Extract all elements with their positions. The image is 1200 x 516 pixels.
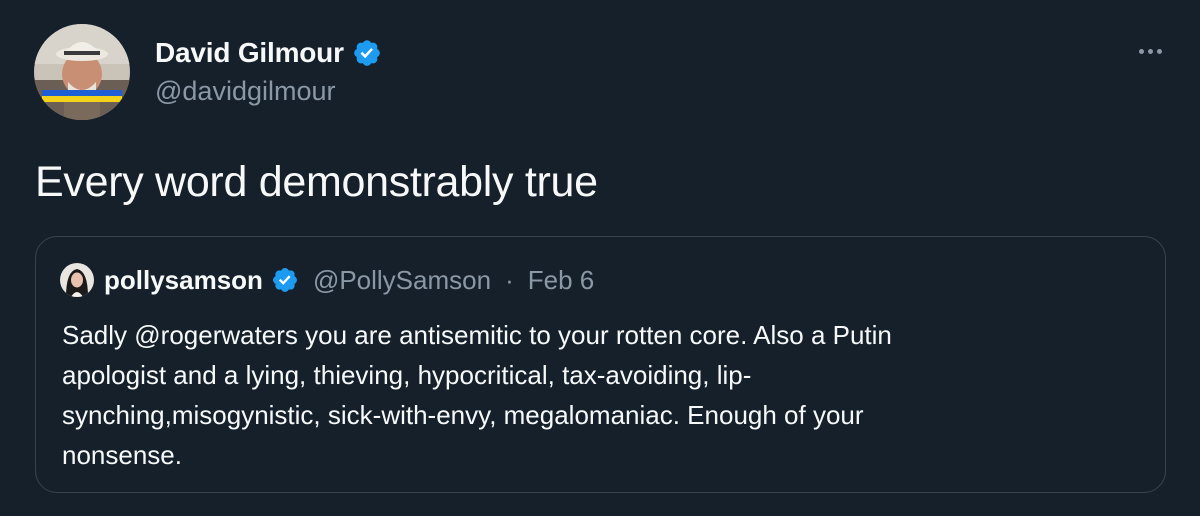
quoted-display-name[interactable]: pollysamson: [104, 265, 263, 296]
tweet-text: Every word demonstrably true: [35, 158, 598, 206]
author-handle[interactable]: @davidgilmour: [155, 76, 335, 107]
quoted-tweet-header: pollysamson @PollySamson · Feb 6: [60, 261, 594, 299]
quoted-author-avatar[interactable]: [60, 263, 94, 297]
quoted-text-line: synching,misogynistic, sick-with-envy, m…: [62, 400, 864, 430]
author-display-name[interactable]: David Gilmour: [155, 37, 344, 69]
quoted-author-avatar-image: [60, 263, 94, 297]
quoted-text-line: Sadly @rogerwaters you are antisemitic t…: [62, 320, 892, 350]
verified-badge-icon[interactable]: [271, 266, 299, 294]
quoted-date[interactable]: Feb 6: [528, 265, 595, 296]
quoted-separator: ·: [505, 264, 514, 295]
quoted-text-line: nonsense.: [62, 440, 182, 470]
quoted-tweet[interactable]: pollysamson @PollySamson · Feb 6 Sadly @…: [35, 236, 1166, 493]
quoted-handle[interactable]: @PollySamson: [313, 265, 491, 296]
author-avatar-image: [34, 24, 130, 120]
author-name-row: David Gilmour: [155, 36, 382, 70]
quoted-text-line: apologist and a lying, thieving, hypocri…: [62, 360, 752, 390]
more-dot: [1156, 48, 1162, 54]
author-avatar[interactable]: [34, 24, 130, 120]
more-dot: [1147, 48, 1153, 54]
tweet-card: David Gilmour @davidgilmour Every word d…: [0, 0, 1200, 516]
more-dot: [1138, 48, 1144, 54]
quoted-tweet-text: Sadly @rogerwaters you are antisemitic t…: [62, 315, 1122, 475]
verified-badge-icon[interactable]: [352, 38, 382, 68]
more-options-icon[interactable]: [1130, 36, 1170, 66]
